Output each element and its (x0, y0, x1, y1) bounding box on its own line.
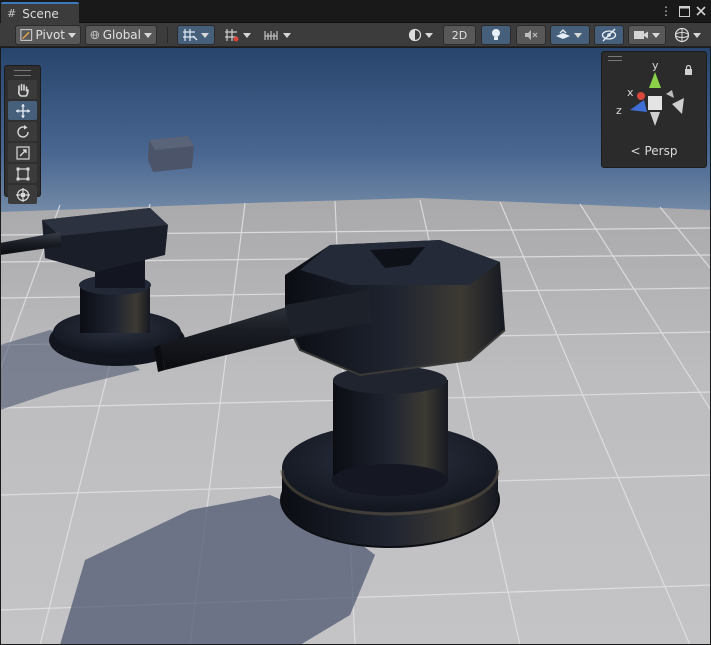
scale-tool-button[interactable] (8, 143, 37, 162)
camera-icon (634, 31, 648, 39)
shading-mode-dropdown[interactable] (403, 25, 439, 45)
ruler-snap-toggle[interactable] (259, 25, 297, 45)
rect-tool-button[interactable] (8, 164, 37, 183)
lightbulb-icon (492, 29, 500, 40)
more-options-icon[interactable]: ⋮ (658, 3, 674, 19)
hand-tool-icon (17, 83, 29, 97)
chevron-down-icon (693, 32, 701, 38)
rotate-tool-icon (16, 124, 29, 138)
tab-bar: # Scene ⋮ (0, 0, 711, 23)
pivot-dropdown[interactable]: Pivot (15, 25, 81, 45)
overlay-grip-handle[interactable] (14, 70, 31, 76)
ruler-icon (264, 31, 278, 40)
increment-snap-toggle[interactable] (219, 25, 257, 45)
visibility-hidden-icon (601, 28, 617, 42)
projection-label: Persp (644, 144, 678, 158)
axis-x-label: x (627, 86, 634, 99)
chevron-down-icon (201, 32, 209, 38)
scene-hash-icon: # (7, 7, 17, 20)
close-icon[interactable] (693, 3, 709, 19)
orientation-gizmo[interactable]: y x z < Persp (601, 51, 707, 168)
rect-tool-icon (16, 167, 29, 180)
gizmos-dropdown[interactable] (669, 25, 709, 45)
chevron-down-icon (425, 32, 433, 38)
chevron-down-icon (68, 32, 76, 38)
chevron-down-icon (243, 32, 251, 38)
effects-layers-icon (556, 29, 570, 39)
toolbar-divider (167, 27, 168, 43)
increment-snap-icon (225, 29, 239, 42)
camera-settings-dropdown[interactable] (628, 25, 666, 45)
scale-tool-icon (15, 145, 30, 160)
transform-tool-icon (15, 187, 30, 202)
tab-scene[interactable]: # Scene (1, 2, 79, 23)
axis-z-label: z (616, 104, 622, 117)
hand-tool-button[interactable] (8, 80, 37, 99)
projection-toggle[interactable]: < Persp (602, 144, 706, 158)
lighting-toggle[interactable] (481, 25, 511, 45)
rotate-tool-button[interactable] (8, 122, 37, 141)
chevron-down-icon (574, 32, 582, 38)
effects-dropdown[interactable] (550, 25, 590, 45)
grid-snap-icon (183, 29, 198, 41)
scene-toolbar: Pivot Global 2D (0, 23, 711, 47)
perspective-chevron-icon: < (630, 144, 641, 158)
axis-gizmo-icon: y x z (616, 59, 684, 126)
maximize-icon[interactable] (676, 3, 692, 19)
pivot-icon (20, 29, 33, 41)
move-tool-icon (15, 103, 30, 118)
axis-y-label: y (652, 59, 659, 72)
shading-sphere-icon (408, 28, 422, 42)
grid-snap-toggle[interactable] (177, 25, 215, 45)
move-tool-button[interactable] (8, 101, 37, 120)
transform-tool-button[interactable] (8, 185, 37, 204)
mode-2d-toggle[interactable]: 2D (443, 25, 476, 45)
gizmo-sphere-icon (674, 27, 690, 43)
global-label: Global (102, 28, 141, 42)
scene-visibility-toggle[interactable] (594, 25, 624, 45)
chevron-down-icon (144, 32, 152, 38)
chevron-down-icon (652, 32, 660, 38)
tab-scene-label: Scene (22, 6, 59, 21)
global-dropdown[interactable]: Global (85, 25, 157, 45)
chevron-down-icon (283, 32, 291, 38)
pivot-label: Pivot (35, 28, 65, 42)
globe-icon (90, 30, 100, 40)
scene-tools-overlay (4, 65, 41, 204)
mode-2d-label: 2D (451, 28, 468, 42)
audio-muted-icon (525, 30, 538, 40)
audio-toggle[interactable] (516, 25, 546, 45)
